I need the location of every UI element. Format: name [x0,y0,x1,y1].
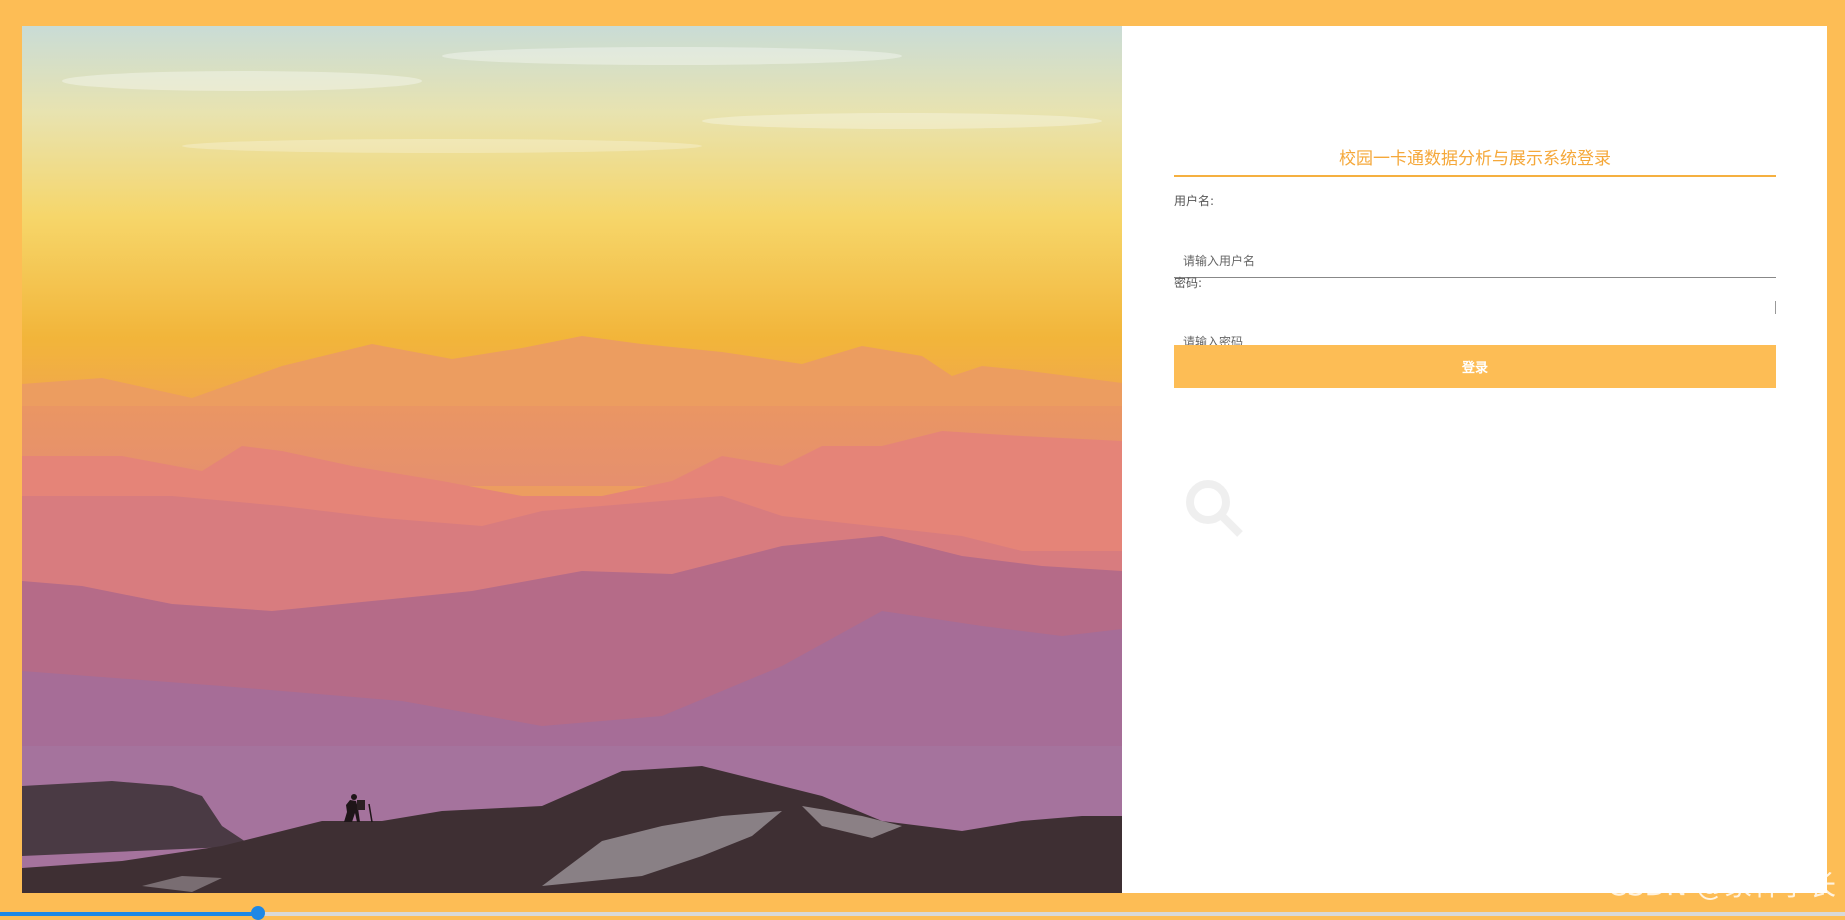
username-label: 用户名: [1174,194,1215,208]
login-title: 校园一卡通数据分析与展示系统登录 [1174,144,1776,177]
hero-image [22,26,1122,893]
input-caret [1775,301,1776,314]
login-panel: 校园一卡通数据分析与展示系统登录 用户名: 密码: 登录 [1122,26,1827,893]
login-button[interactable]: 登录 [1174,345,1776,388]
video-progress-track[interactable] [0,912,1845,916]
username-input[interactable] [1174,244,1776,278]
video-progress-handle[interactable] [251,906,265,920]
page-frame: 校园一卡通数据分析与展示系统登录 用户名: 密码: 登录 CSDN @家林学长 [0,0,1845,920]
video-progress-fill [0,912,258,916]
watermark: CSDN @家林学长 [1607,869,1836,902]
password-label: 密码: [1174,276,1203,290]
search-icon [1184,478,1244,538]
